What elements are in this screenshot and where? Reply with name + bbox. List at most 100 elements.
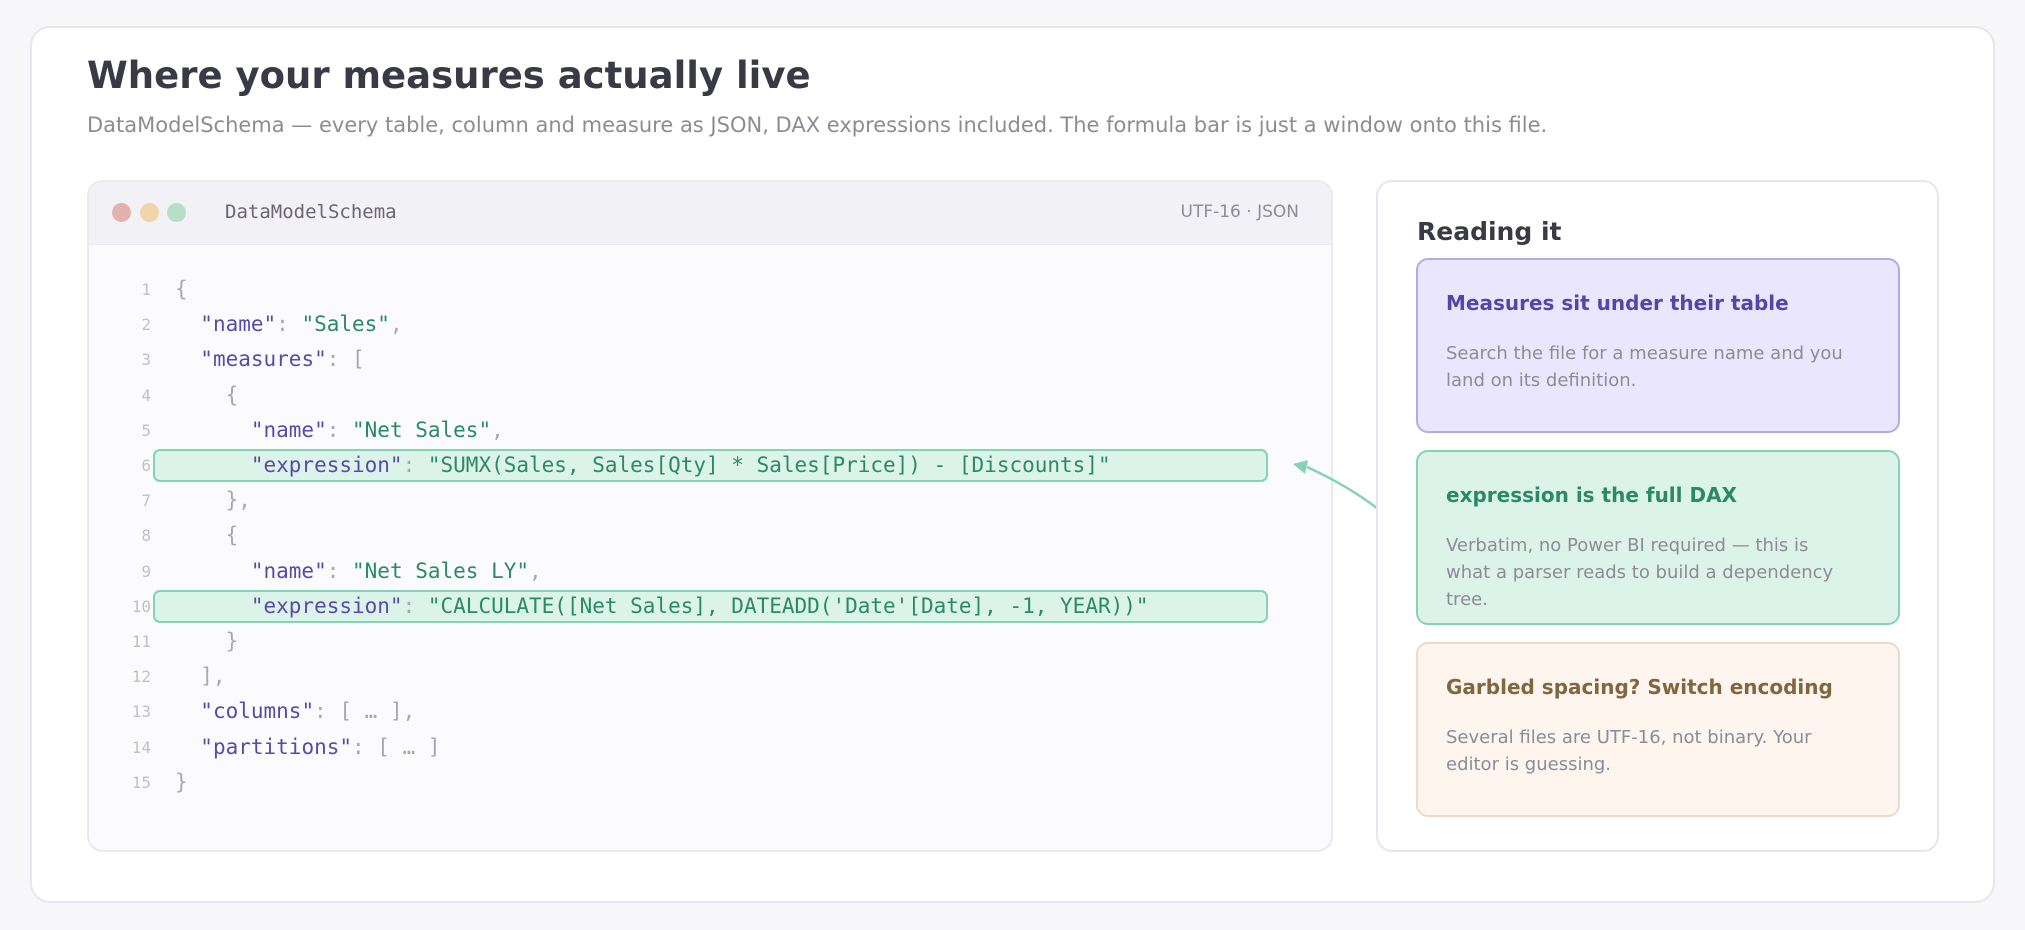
line-number: 9 (141, 561, 151, 581)
line-number: 10 (131, 596, 151, 616)
line-code: "measures": [ (175, 342, 365, 377)
line-code: "partitions": [ … ] (175, 730, 441, 765)
code-token-punc: : [ (326, 347, 365, 372)
line-code: ], (175, 659, 226, 694)
note-expression-full-dax: expression is the full DAX Verbatim, no … (1416, 450, 1900, 625)
code-token-key: "name" (200, 312, 277, 337)
code-line[interactable]: 6 "expression": "SUMX(Sales, Sales[Qty] … (89, 448, 1111, 483)
code-token-punc (175, 347, 200, 371)
code-token-key: "name" (250, 558, 327, 583)
code-token-punc: }, (175, 488, 251, 513)
code-token-punc: { (175, 523, 239, 548)
code-token-punc: : [ … ] (352, 734, 441, 759)
code-line[interactable]: 10 "expression": "CALCULATE([Net Sales],… (89, 589, 1149, 624)
close-window-dot-icon[interactable] (112, 203, 131, 222)
note-switch-encoding: Garbled spacing? Switch encoding Several… (1416, 642, 1900, 817)
line-number: 15 (131, 772, 151, 792)
reading-panel: Reading it Measures sit under their tabl… (1376, 180, 1939, 852)
line-number: 14 (131, 737, 151, 757)
line-number: 8 (141, 526, 151, 546)
line-code: "expression": "SUMX(Sales, Sales[Qty] * … (175, 448, 1111, 483)
code-token-key: "name" (250, 417, 327, 442)
code-token-key: "partitions" (200, 734, 353, 759)
line-code: { (175, 272, 188, 307)
line-code: "columns": [ … ], (175, 694, 415, 729)
code-token-punc: { (175, 382, 239, 407)
code-token-punc: : (326, 417, 353, 442)
code-token-punc (175, 594, 251, 618)
line-code: } (175, 624, 239, 659)
code-token-punc: , (491, 417, 504, 442)
panel-title: Reading it (1417, 217, 1562, 246)
note-title: Garbled spacing? Switch encoding (1446, 675, 1833, 699)
code-token-key: "measures" (200, 347, 327, 372)
code-token-punc (175, 312, 200, 336)
line-code: { (175, 518, 239, 553)
page-subtitle: DataModelSchema — every table, column an… (87, 113, 1548, 137)
line-number: 5 (141, 420, 151, 440)
code-token-punc (175, 735, 200, 759)
code-token-str: "Sales" (301, 312, 390, 337)
code-token-punc (175, 559, 251, 583)
code-token-str: "SUMX(Sales, Sales[Qty] * Sales[Price]) … (427, 453, 1111, 477)
maximize-window-dot-icon[interactable] (167, 203, 186, 222)
code-token-punc: , (389, 312, 403, 337)
code-token-str: "Net Sales LY" (352, 558, 530, 583)
line-code: "name": "Sales", (175, 307, 403, 342)
line-number: 2 (141, 315, 151, 335)
code-token-punc: : (402, 593, 428, 618)
note-measures-under-table: Measures sit under their table Search th… (1416, 258, 1900, 433)
code-line[interactable]: 3 "measures": [ (89, 342, 365, 377)
code-line[interactable]: 9 "name": "Net Sales LY", (89, 554, 542, 589)
code-token-key: "columns" (200, 699, 315, 724)
code-token-punc: } (175, 629, 239, 653)
code-line[interactable]: 5 "name": "Net Sales", (89, 413, 504, 448)
code-line[interactable]: 15} (89, 765, 188, 800)
line-code: }, (175, 483, 251, 518)
code-token-punc: : (402, 453, 428, 477)
code-token-punc (175, 699, 200, 723)
code-line[interactable]: 7 }, (89, 483, 251, 518)
code-token-punc: : (276, 312, 302, 337)
code-line[interactable]: 8 { (89, 518, 238, 553)
editor-file-name: DataModelSchema (225, 201, 397, 223)
code-token-punc: : (326, 558, 353, 583)
code-token-str: "Net Sales" (352, 417, 492, 442)
code-line[interactable]: 13 "columns": [ … ], (89, 694, 416, 729)
note-body: Search the file for a measure name and y… (1446, 343, 1843, 391)
note-body: Several files are UTF-16, not binary. Yo… (1446, 727, 1812, 775)
code-token-punc: : [ … ], (314, 699, 416, 724)
line-code: { (175, 378, 239, 413)
code-token-punc: , (529, 558, 542, 583)
line-number: 4 (141, 385, 151, 405)
code-line[interactable]: 2 "name": "Sales", (89, 307, 403, 342)
code-line[interactable]: 11 } (89, 624, 238, 659)
code-token-punc (175, 418, 251, 442)
line-number: 12 (131, 667, 151, 687)
code-token-key: "expression" (250, 453, 403, 477)
encoding-label: UTF-16 · JSON (1180, 202, 1300, 222)
code-token-punc (175, 453, 251, 477)
line-number: 13 (131, 702, 151, 722)
editor-title-bar: DataModelSchema UTF-16 · JSON (89, 182, 1331, 245)
line-code: "expression": "CALCULATE([Net Sales], DA… (175, 589, 1149, 624)
line-number: 7 (141, 491, 151, 511)
line-code: } (175, 765, 188, 800)
line-code: "name": "Net Sales", (175, 413, 504, 448)
code-line[interactable]: 12 ], (89, 659, 226, 694)
minimize-window-dot-icon[interactable] (140, 203, 159, 222)
note-title: expression is the full DAX (1446, 483, 1737, 507)
code-token-punc: { (175, 277, 188, 301)
code-token-str: "CALCULATE([Net Sales], DATEADD('Date'[D… (427, 593, 1149, 618)
code-editor[interactable]: DataModelSchema UTF-16 · JSON 1{2 "name"… (87, 180, 1333, 852)
line-number: 6 (141, 456, 151, 475)
note-title: Measures sit under their table (1446, 291, 1789, 315)
line-number: 1 (141, 280, 151, 299)
code-token-key: "expression" (250, 593, 403, 618)
line-number: 11 (131, 632, 151, 651)
code-line[interactable]: 4 { (89, 378, 238, 413)
code-token-punc: ], (175, 664, 226, 689)
code-line[interactable]: 14 "partitions": [ … ] (89, 730, 441, 765)
code-line[interactable]: 1{ (89, 272, 188, 307)
line-code: "name": "Net Sales LY", (175, 554, 542, 589)
